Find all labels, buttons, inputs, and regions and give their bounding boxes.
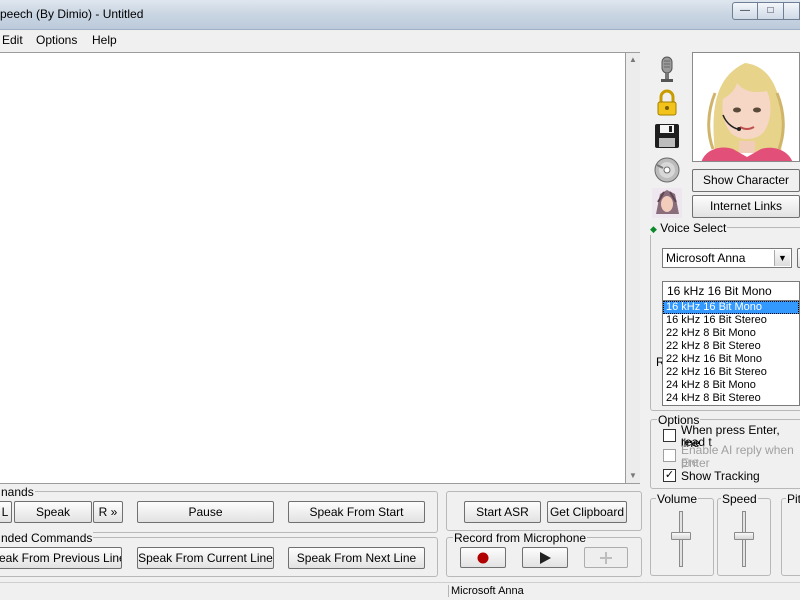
volume-label: Volume <box>656 492 699 506</box>
extended-commands-group-label: nded Commands <box>0 531 94 545</box>
chevron-down-icon[interactable]: ▼ <box>774 250 790 266</box>
format-option[interactable]: 22 kHz 16 Bit Stereo <box>663 366 799 379</box>
menu-options[interactable]: Options <box>36 33 77 47</box>
format-option[interactable]: 16 kHz 16 Bit Stereo <box>663 314 799 327</box>
lock-icon[interactable] <box>652 88 682 118</box>
start-asr-button[interactable]: Start ASR <box>464 501 541 523</box>
checkmark-icon: ✓ <box>664 469 675 481</box>
plus-icon <box>600 552 612 564</box>
close-button[interactable] <box>784 2 800 20</box>
title-bar: peech (By Dimio) - Untitled — □ <box>0 0 800 30</box>
speak-right-button[interactable]: R » <box>93 501 123 523</box>
minimize-button[interactable]: — <box>732 2 758 20</box>
voice-select-group-label: ◆ Voice Select <box>649 221 728 235</box>
format-option[interactable]: 22 kHz 16 Bit Mono <box>663 353 799 366</box>
speak-from-previous-line-button[interactable]: eak From Previous Line <box>0 547 122 569</box>
speed-label: Speed <box>721 492 758 506</box>
enter-read-checkbox[interactable] <box>663 429 676 442</box>
speak-left-button[interactable]: L <box>0 501 12 523</box>
ai-reply-checkbox <box>663 449 676 462</box>
show-tracking-label: Show Tracking <box>681 469 760 483</box>
show-character-button[interactable]: Show Character <box>692 169 800 192</box>
internet-links-button[interactable]: Internet Links <box>692 195 800 218</box>
window-controls: — □ <box>732 2 800 20</box>
speak-button[interactable]: Speak <box>14 501 92 523</box>
cd-icon[interactable] <box>652 155 682 185</box>
play-icon <box>540 552 551 564</box>
text-editor[interactable] <box>0 52 626 484</box>
status-bar: Microsoft Anna <box>0 582 800 600</box>
format-option[interactable]: 22 kHz 8 Bit Mono <box>663 327 799 340</box>
speak-from-next-line-button[interactable]: Speak From Next Line <box>288 547 425 569</box>
format-option[interactable]: 16 kHz 16 Bit Mono <box>663 301 799 314</box>
character-avatar-icon[interactable] <box>652 188 682 218</box>
format-option[interactable]: 24 kHz 8 Bit Mono <box>663 379 799 392</box>
pitch-label: Pit <box>786 492 800 506</box>
minimize-icon: — <box>740 5 750 16</box>
text-vertical-scrollbar[interactable]: ▲ ▼ <box>626 52 640 484</box>
format-dropdown[interactable]: 16 kHz 16 Bit Mono <box>662 281 800 301</box>
format-dropdown-value: 16 kHz 16 Bit Mono <box>667 284 772 298</box>
status-voice-name: Microsoft Anna <box>448 585 524 597</box>
format-option[interactable]: 24 kHz 8 Bit Stereo <box>663 392 799 405</box>
menu-help[interactable]: Help <box>92 33 117 47</box>
character-portrait <box>692 52 800 162</box>
volume-slider-thumb[interactable] <box>671 532 691 540</box>
save-icon[interactable] <box>652 121 682 151</box>
diamond-icon: ◆ <box>650 224 657 234</box>
format-dropdown-list[interactable]: 16 kHz 16 Bit Mono 16 kHz 16 Bit Stereo … <box>662 300 800 406</box>
play-button[interactable] <box>522 547 568 568</box>
ai-reply-label-line2: Enter <box>681 456 710 470</box>
scroll-down-icon[interactable]: ▼ <box>626 469 640 483</box>
speak-from-current-line-button[interactable]: Speak From Current Line <box>137 547 274 569</box>
window-title: peech (By Dimio) - Untitled <box>0 7 144 21</box>
maximize-icon: □ <box>767 5 774 16</box>
voice-dropdown-value: Microsoft Anna <box>666 251 746 265</box>
scroll-up-icon[interactable]: ▲ <box>626 53 640 67</box>
microphone-icon[interactable] <box>652 54 682 84</box>
show-tracking-checkbox[interactable]: ✓ <box>663 469 676 482</box>
voice-dropdown[interactable]: Microsoft Anna ▼ <box>662 248 792 268</box>
pause-button[interactable]: Pause <box>137 501 274 523</box>
speak-from-start-button[interactable]: Speak From Start <box>288 501 425 523</box>
voice-select-label: Voice Select <box>660 221 727 235</box>
speed-slider-thumb[interactable] <box>734 532 754 540</box>
pitch-group <box>781 498 800 576</box>
maximize-button[interactable]: □ <box>758 2 784 20</box>
record-group-label: Record from Microphone <box>453 531 588 545</box>
insert-recording-button <box>584 547 628 568</box>
commands-group-label: nands <box>0 485 35 499</box>
get-clipboard-button[interactable]: Get Clipboard <box>547 501 627 523</box>
format-option[interactable]: 22 kHz 8 Bit Stereo <box>663 340 799 353</box>
record-icon <box>477 552 489 564</box>
record-button[interactable] <box>460 547 506 568</box>
menu-bar: Edit Options Help <box>0 30 800 50</box>
menu-edit[interactable]: Edit <box>2 33 23 47</box>
